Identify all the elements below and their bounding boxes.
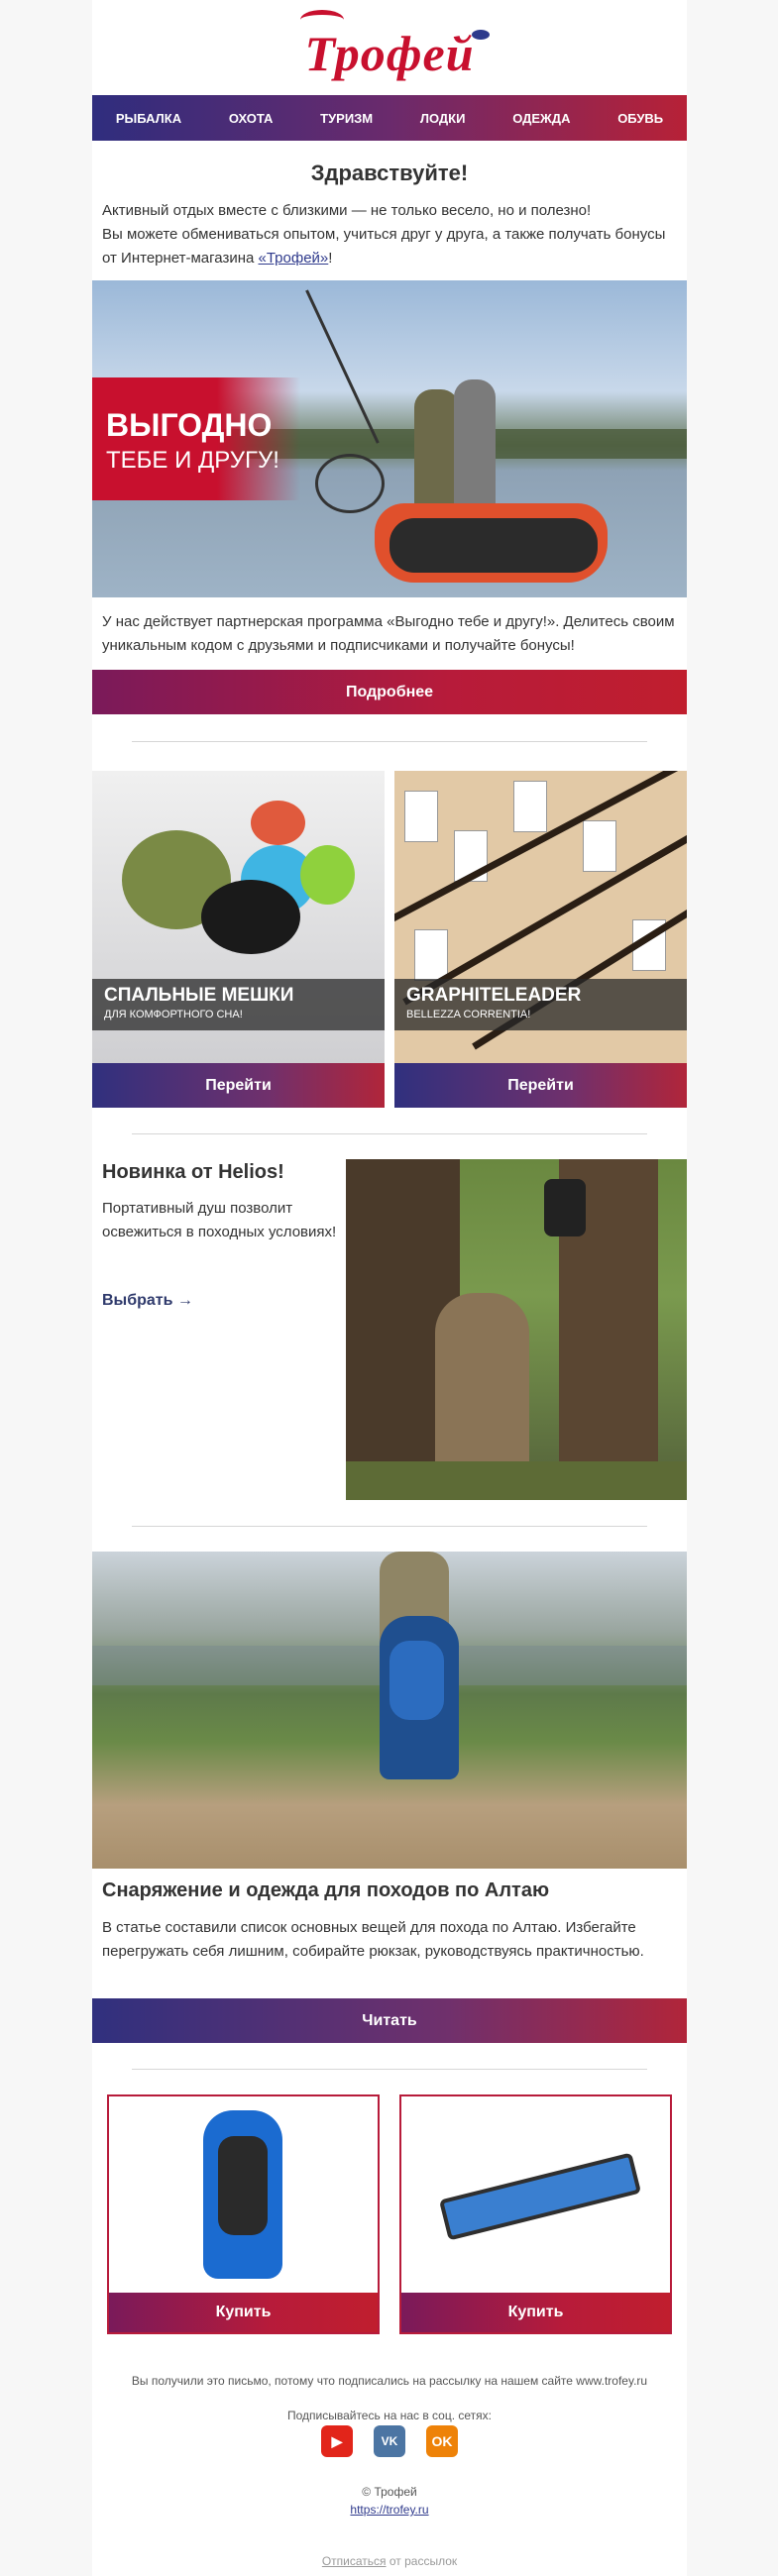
unsubscribe-tail: от рассылок bbox=[386, 2554, 458, 2568]
partner-text: У нас действует партнерская программа «В… bbox=[102, 613, 675, 654]
divider bbox=[132, 741, 647, 742]
odnoklassniki-icon[interactable]: OK bbox=[426, 2425, 458, 2457]
category-title: GRAPHITELEADER bbox=[406, 985, 582, 1006]
divider bbox=[132, 2069, 647, 2070]
site-link[interactable]: https://trofey.ru bbox=[92, 2503, 687, 2517]
unsubscribe-link[interactable]: Отписаться bbox=[322, 2554, 387, 2568]
hero-image[interactable]: ВЫГОДНО ТЕБЕ И ДРУГУ! bbox=[92, 280, 687, 597]
hiker-camouflage bbox=[435, 1293, 529, 1471]
lure-card bbox=[404, 791, 438, 842]
lure-card bbox=[414, 929, 448, 981]
sleeping-mat bbox=[438, 2152, 642, 2241]
vk-icon[interactable]: VK bbox=[374, 2425, 405, 2457]
nav-tourism[interactable]: ТУРИЗМ bbox=[320, 111, 373, 126]
bag-orange bbox=[251, 801, 305, 845]
backpack-straps bbox=[218, 2136, 268, 2235]
divider bbox=[132, 1526, 647, 1527]
unsubscribe-line: Отписаться от рассылок bbox=[92, 2554, 687, 2568]
nav-clothing[interactable]: ОДЕЖДА bbox=[512, 111, 570, 126]
category-subtitle: BELLEZZA CORRENTIA! bbox=[406, 1009, 531, 1020]
helios-shower-image[interactable] bbox=[346, 1159, 687, 1500]
ground-grass bbox=[346, 1461, 687, 1500]
copyright: © Трофей bbox=[362, 2485, 417, 2499]
fish-icon bbox=[472, 30, 490, 40]
main-nav: РЫБАЛКА ОХОТА ТУРИЗМ ЛОДКИ ОДЕЖДА ОБУВЬ bbox=[92, 95, 687, 141]
category-label: СПАЛЬНЫЕ МЕШКИ ДЛЯ КОМФОРТНОГО СНА! bbox=[92, 979, 385, 1030]
bag-black bbox=[201, 880, 300, 954]
backpack-panel bbox=[389, 1641, 444, 1720]
nav-hunting[interactable]: ОХОТА bbox=[229, 111, 274, 126]
intro-end: ! bbox=[328, 250, 333, 267]
greeting-heading: Здравствуйте! bbox=[310, 161, 469, 185]
boat-interior bbox=[389, 518, 598, 573]
more-button[interactable]: Подробнее bbox=[92, 670, 687, 714]
footer-note: Вы получили это письмо, потому что подпи… bbox=[131, 2374, 648, 2388]
logo-text: Трофей bbox=[304, 26, 475, 81]
buy-button-1[interactable]: Купить bbox=[109, 2293, 378, 2332]
social-label: Подписывайтесь на нас в соц. сетях: bbox=[286, 2409, 493, 2422]
intro-line-2-text: Вы можете обмениваться опытом, учиться д… bbox=[102, 226, 666, 267]
bag-lime bbox=[300, 845, 355, 905]
youtube-icon[interactable]: ▶ bbox=[321, 2425, 353, 2457]
category-go-button-1[interactable]: Перейти bbox=[92, 1063, 385, 1108]
nav-fishing[interactable]: РЫБАЛКА bbox=[116, 111, 181, 126]
category-subtitle: ДЛЯ КОМФОРТНОГО СНА! bbox=[104, 1009, 243, 1020]
nav-boats[interactable]: ЛОДКИ bbox=[420, 111, 466, 126]
social-row: ▶ VK OK bbox=[92, 2425, 687, 2465]
category-graphiteleader[interactable]: GRAPHITELEADER BELLEZZA CORRENTIA! bbox=[394, 771, 687, 1063]
helios-choose-link[interactable]: Выбрать → bbox=[102, 1292, 193, 1310]
landing-net bbox=[315, 454, 385, 513]
email-container: Трофей РЫБАЛКА ОХОТА ТУРИЗМ ЛОДКИ ОДЕЖДА… bbox=[92, 0, 687, 2576]
product-backpack[interactable]: Купить bbox=[107, 2094, 380, 2334]
category-go-button-2[interactable]: Перейти bbox=[394, 1063, 687, 1108]
read-button[interactable]: Читать bbox=[92, 1998, 687, 2043]
nav-shoes[interactable]: ОБУВЬ bbox=[617, 111, 663, 126]
shower-bag bbox=[544, 1179, 586, 1236]
article-text: В статье составили список основных вещей… bbox=[102, 1919, 644, 1960]
helios-title: Новинка от Helios! bbox=[102, 1161, 284, 1183]
category-sleeping-bags[interactable]: СПАЛЬНЫЕ МЕШКИ ДЛЯ КОМФОРТНОГО СНА! bbox=[92, 771, 385, 1063]
lure-card bbox=[513, 781, 547, 832]
lure-card bbox=[583, 820, 616, 872]
product-mat[interactable]: Купить bbox=[399, 2094, 672, 2334]
trofey-link[interactable]: «Трофей» bbox=[259, 250, 329, 267]
category-title: СПАЛЬНЫЕ МЕШКИ bbox=[104, 985, 294, 1006]
category-label: GRAPHITELEADER BELLEZZA CORRENTIA! bbox=[394, 979, 687, 1030]
altai-image[interactable] bbox=[92, 1552, 687, 1869]
logo[interactable]: Трофей bbox=[92, 0, 687, 95]
intro-line-1: Активный отдых вместе с близкими — не то… bbox=[102, 202, 592, 219]
hero-subtitle: ТЕБЕ И ДРУГУ! bbox=[106, 447, 279, 474]
intro-line-2: Вы можете обмениваться опытом, учиться д… bbox=[102, 223, 677, 270]
article-title: Снаряжение и одежда для походов по Алтаю bbox=[102, 1879, 550, 1901]
fishing-rod bbox=[305, 289, 380, 444]
divider bbox=[132, 1133, 647, 1134]
buy-button-2[interactable]: Купить bbox=[401, 2293, 670, 2332]
helios-text: Портативный душ позволит освежиться в по… bbox=[102, 1200, 337, 1240]
hero-title: ВЫГОДНО bbox=[106, 407, 273, 443]
intro-text: Активный отдых вместе с близкими — не то… bbox=[102, 199, 677, 270]
